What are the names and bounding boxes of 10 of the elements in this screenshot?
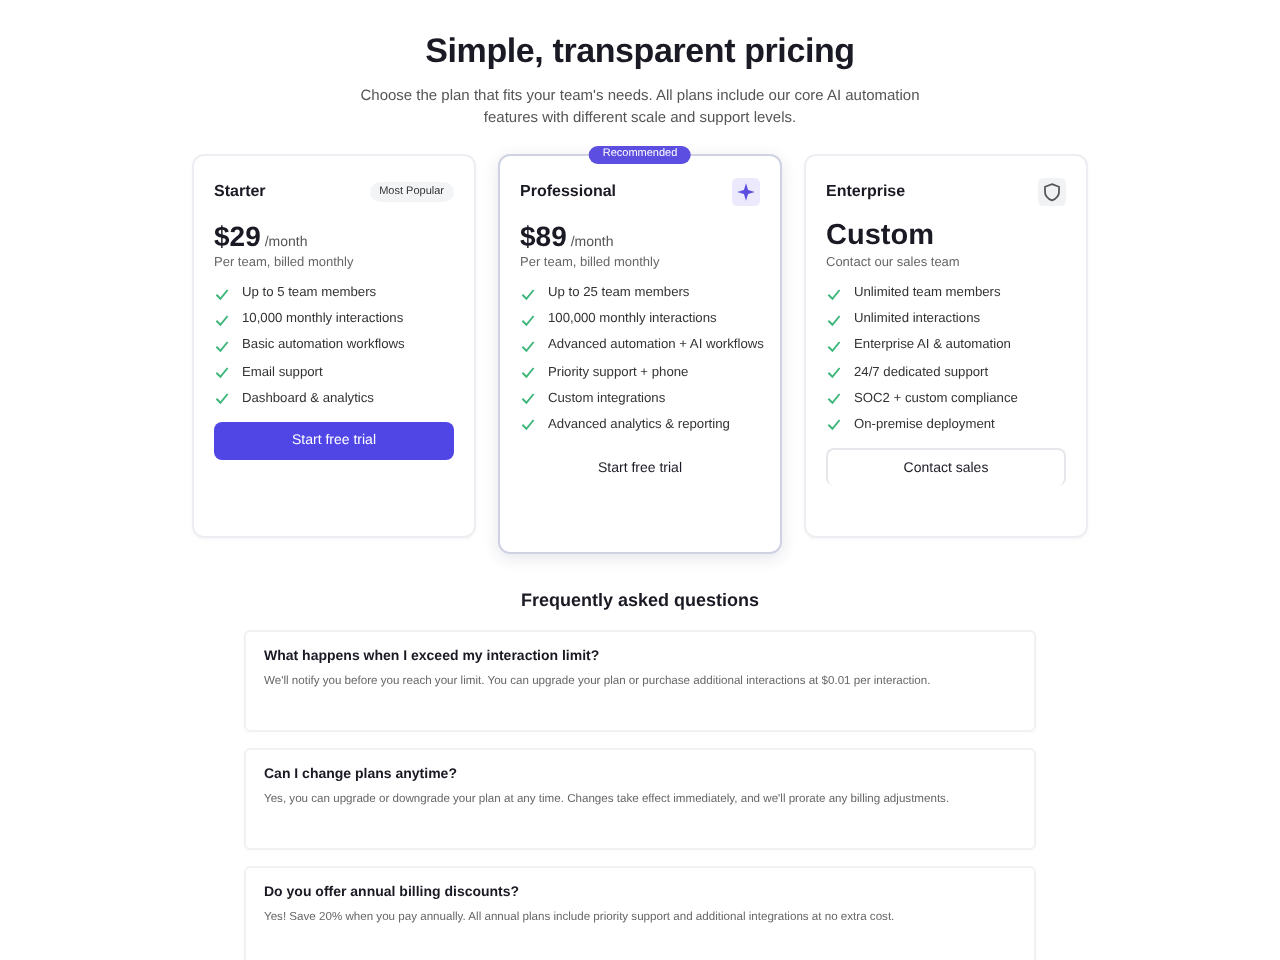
- plan-price: Custom: [826, 219, 934, 251]
- shield-icon: [1038, 177, 1066, 205]
- plan-price: $89: [520, 219, 567, 251]
- plan-price: $29: [214, 219, 261, 251]
- plan-name: Professional: [520, 182, 617, 200]
- plan-name: Enterprise: [826, 182, 906, 200]
- sparkle-icon: [732, 177, 760, 205]
- page-title: Simple, transparent pricing: [425, 32, 855, 72]
- plan-name: Starter: [214, 182, 266, 200]
- faq-title: Frequently asked questions: [520, 589, 760, 609]
